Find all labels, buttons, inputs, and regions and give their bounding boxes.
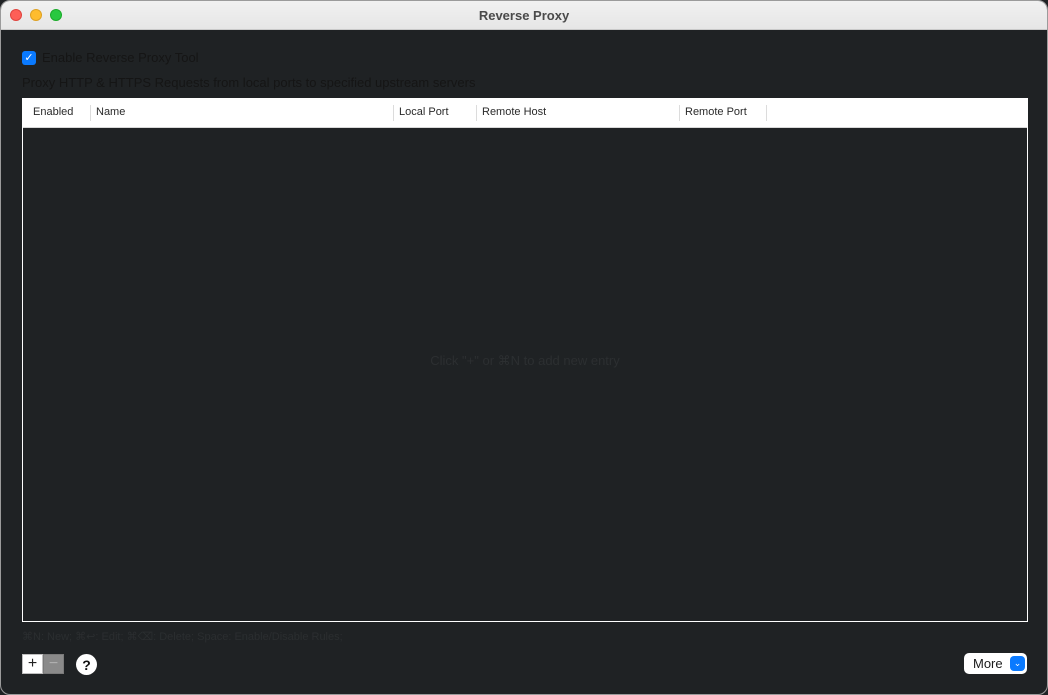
column-divider[interactable]: [679, 105, 680, 121]
more-label: More: [973, 656, 1003, 671]
minus-icon: −: [48, 655, 59, 672]
column-header-enabled[interactable]: Enabled: [33, 106, 73, 118]
enable-proxy-row[interactable]: ✓ Enable Reverse Proxy Tool: [22, 50, 199, 65]
column-header-remote-host[interactable]: Remote Host: [482, 106, 546, 118]
enable-proxy-label[interactable]: Enable Reverse Proxy Tool: [42, 50, 199, 65]
column-header-local-port[interactable]: Local Port: [399, 106, 449, 118]
plus-icon: +: [27, 655, 38, 672]
column-divider[interactable]: [393, 105, 394, 121]
table-header: Enabled Name Local Port Remote Host Remo…: [23, 99, 1027, 128]
chevron-down-icon: ⌄: [1010, 656, 1025, 671]
window-title: Reverse Proxy: [478, 8, 570, 23]
add-entry-button[interactable]: +: [22, 654, 43, 674]
empty-table-message: Click "+" or ⌘N to add new entry: [430, 353, 620, 368]
keyboard-shortcuts-hint: ⌘N: New; ⌘↩: Edit; ⌘⌫: Delete; Space: En…: [22, 631, 343, 643]
proxy-rules-table[interactable]: Enabled Name Local Port Remote Host Remo…: [22, 98, 1028, 622]
checkmark-icon: ✓: [24, 51, 34, 64]
column-divider[interactable]: [766, 105, 767, 121]
enable-proxy-checkbox[interactable]: ✓: [22, 50, 36, 65]
more-dropdown-button[interactable]: More ⌄: [964, 653, 1027, 674]
question-mark-icon: ?: [82, 656, 91, 673]
remove-entry-button[interactable]: −: [43, 654, 64, 674]
column-divider[interactable]: [476, 105, 477, 121]
help-button[interactable]: ?: [76, 654, 97, 675]
column-header-name[interactable]: Name: [96, 106, 125, 118]
reverse-proxy-window: Reverse Proxy ✓ Enable Reverse Proxy Too…: [0, 0, 1048, 695]
title-bar[interactable]: Reverse Proxy: [1, 1, 1047, 30]
column-header-remote-port[interactable]: Remote Port: [685, 106, 747, 118]
description-text: Proxy HTTP & HTTPS Requests from local p…: [22, 75, 476, 90]
column-divider[interactable]: [90, 105, 91, 121]
